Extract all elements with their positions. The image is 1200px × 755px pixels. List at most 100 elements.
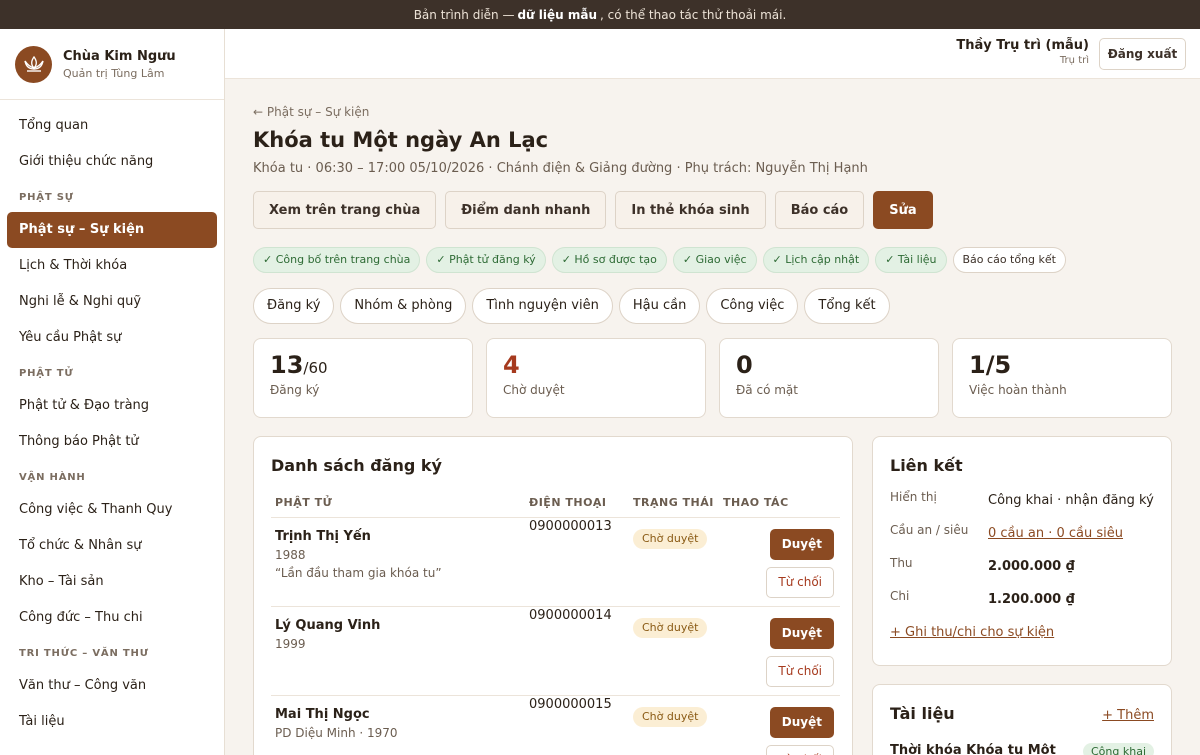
documents-panel: Tài liệu + Thêm Thời khóa Khóa tu Một Cô… bbox=[872, 684, 1172, 755]
stat-pending: 4 Chờ duyệt bbox=[486, 338, 706, 418]
demo-banner: Bản trình diễn — dữ liệu mẫu, có thể thao… bbox=[0, 0, 1200, 29]
sidebar-item-members[interactable]: Phật tử & Đạo tràng bbox=[7, 388, 217, 424]
workflow-checklist: ✓ Công bố trên trang chùa ✓ Phật tử đăng… bbox=[253, 247, 1066, 273]
sidebar-item-schedule[interactable]: Lịch & Thời khóa bbox=[7, 248, 217, 284]
sidebar-item-requests[interactable]: Yêu cầu Phật sự bbox=[7, 320, 217, 356]
member-detail: 1988 bbox=[275, 547, 306, 562]
checklist-tasks: ✓ Giao việc bbox=[672, 247, 757, 273]
member-phone: 0900000014 bbox=[525, 606, 629, 696]
checklist-published: ✓ Công bố trên trang chùa bbox=[253, 247, 421, 273]
stat-registered-value: 13 bbox=[270, 351, 304, 379]
stat-present: 0 Đã có mặt bbox=[719, 338, 939, 418]
print-cards-button[interactable]: In thẻ khóa sinh bbox=[615, 191, 766, 229]
expense-value: 1.200.000 ₫ bbox=[988, 592, 1075, 607]
stat-present-label: Đã có mặt bbox=[736, 383, 798, 397]
reject-button[interactable]: Từ chối bbox=[766, 566, 834, 598]
prayer-row: Cầu an / siêu 0 cầu an · 0 cầu siêu bbox=[890, 522, 1154, 545]
stat-tasks-done-label: Việc hoàn thành bbox=[969, 383, 1067, 397]
member-detail: PD Diệu Minh · 1970 bbox=[275, 725, 398, 740]
sidebar-item-inventory[interactable]: Kho – Tài sản bbox=[7, 564, 217, 600]
expense-label: Chi bbox=[890, 589, 910, 603]
event-meta: Khóa tu · 06:30 – 17:00 05/10/2026 · Chá… bbox=[253, 161, 868, 176]
tab-summary[interactable]: Tổng kết bbox=[804, 288, 890, 324]
brand[interactable]: Chùa Kim Ngưu Quản trị Tùng Lâm bbox=[0, 29, 224, 100]
add-document-link[interactable]: + Thêm bbox=[1102, 708, 1154, 723]
table-row: Mai Thị Ngọc PD Diệu Minh · 1970 0900000… bbox=[271, 695, 840, 755]
table-row: Trịnh Thị Yến 1988 “Lần đầu tham gia khó… bbox=[271, 517, 840, 607]
back-link[interactable]: ← Phật sự – Sự kiện bbox=[253, 105, 369, 119]
member-phone: 0900000013 bbox=[525, 517, 629, 607]
member-name[interactable]: Mai Thị Ngọc bbox=[275, 707, 525, 722]
user-info[interactable]: Thầy Trụ trì (mẫu) Trụ trì bbox=[956, 38, 1089, 66]
sidebar-item-overview[interactable]: Tổng quan bbox=[7, 108, 217, 144]
tab-tasks[interactable]: Công việc bbox=[706, 288, 799, 324]
member-detail: 1999 bbox=[275, 636, 306, 651]
sidebar-item-rituals[interactable]: Nghi lễ & Nghi quỹ bbox=[7, 284, 217, 320]
tab-logistics[interactable]: Hậu cần bbox=[618, 288, 701, 324]
income-label: Thu bbox=[890, 556, 913, 570]
tab-registrations[interactable]: Đăng ký bbox=[253, 288, 335, 324]
tab-volunteers[interactable]: Tình nguyện viên bbox=[472, 288, 613, 324]
sidebar-nav: Tổng quan Giới thiệu chức năng PHẬT SỰ P… bbox=[0, 100, 224, 740]
edit-button[interactable]: Sửa bbox=[873, 191, 933, 229]
status-badge: Chờ duyệt bbox=[633, 528, 708, 549]
sidebar-section-van-hanh: VẬN HÀNH bbox=[19, 472, 86, 483]
display-row: Hiển thị Công khai · nhận đăng ký bbox=[890, 489, 1154, 512]
sidebar-item-library[interactable]: Tài liệu bbox=[7, 704, 217, 740]
sidebar-item-events[interactable]: Phật sự – Sự kiện bbox=[7, 212, 217, 248]
stat-tasks-done: 1/5 Việc hoàn thành bbox=[952, 338, 1172, 418]
stat-pending-label: Chờ duyệt bbox=[503, 383, 565, 397]
approve-button[interactable]: Duyệt bbox=[769, 617, 834, 649]
sidebar-item-features[interactable]: Giới thiệu chức năng bbox=[7, 144, 217, 180]
member-name[interactable]: Trịnh Thị Yến bbox=[275, 529, 525, 544]
links-title: Liên kết bbox=[890, 456, 963, 475]
stat-present-value: 0 bbox=[736, 351, 753, 379]
report-button[interactable]: Báo cáo bbox=[774, 191, 865, 229]
registration-panel: Danh sách đăng ký PHẬT TỬ ĐIỆN THOẠI TRẠ… bbox=[253, 436, 853, 755]
reject-button[interactable]: Từ chối bbox=[766, 744, 834, 755]
tab-groups-rooms[interactable]: Nhóm & phòng bbox=[340, 288, 467, 324]
action-bar: Xem trên trang chùa Điểm danh nhanh In t… bbox=[253, 191, 933, 229]
document-name: Thời khóa Khóa tu Một bbox=[890, 743, 1056, 755]
prayer-label: Cầu an / siêu bbox=[890, 523, 969, 537]
prayer-link[interactable]: 0 cầu an · 0 cầu siêu bbox=[988, 522, 1123, 545]
col-actions: THAO TÁC bbox=[719, 489, 840, 518]
sidebar: Chùa Kim Ngưu Quản trị Tùng Lâm Tổng qua… bbox=[0, 29, 225, 755]
sidebar-item-finance[interactable]: Công đức – Thu chi bbox=[7, 600, 217, 636]
user-role: Trụ trì bbox=[1059, 55, 1089, 66]
add-transaction-link[interactable]: + Ghi thu/chi cho sự kiện bbox=[890, 625, 1154, 640]
col-phone: ĐIỆN THOẠI bbox=[525, 489, 629, 518]
registration-title: Danh sách đăng ký bbox=[271, 456, 442, 475]
registration-table: PHẬT TỬ ĐIỆN THOẠI TRẠNG THÁI THAO TÁC T… bbox=[271, 489, 840, 755]
sidebar-item-tasks[interactable]: Công việc & Thanh Quy bbox=[7, 492, 217, 528]
member-name[interactable]: Lý Quang Vinh bbox=[275, 618, 525, 633]
table-row: Lý Quang Vinh 1999 0900000014 Chờ duyệt … bbox=[271, 606, 840, 696]
sidebar-item-documents[interactable]: Văn thư – Công văn bbox=[7, 668, 217, 704]
view-on-site-button[interactable]: Xem trên trang chùa bbox=[253, 191, 437, 229]
approve-button[interactable]: Duyệt bbox=[769, 528, 834, 560]
checklist-final-report[interactable]: Báo cáo tổng kết bbox=[952, 247, 1066, 273]
checklist-documents: ✓ Tài liệu bbox=[875, 247, 947, 273]
sidebar-item-organization[interactable]: Tổ chức & Nhân sự bbox=[7, 528, 217, 564]
list-item[interactable]: Thời khóa Khóa tu Một Công khai bbox=[890, 743, 1154, 755]
approve-button[interactable]: Duyệt bbox=[769, 706, 834, 738]
sidebar-section-phat-tu: PHẬT TỬ bbox=[19, 368, 74, 379]
page-title: Khóa tu Một ngày An Lạc bbox=[253, 128, 549, 152]
display-label: Hiển thị bbox=[890, 490, 937, 504]
quick-checkin-button[interactable]: Điểm danh nhanh bbox=[445, 191, 607, 229]
stat-registered: 13/60 Đăng ký bbox=[253, 338, 473, 418]
sidebar-section-tri-thuc: TRI THỨC – VĂN THƯ bbox=[19, 648, 149, 659]
stat-registered-label: Đăng ký bbox=[270, 383, 320, 397]
sidebar-item-notifications[interactable]: Thông báo Phật tử bbox=[7, 424, 217, 460]
expense-row: Chi 1.200.000 ₫ bbox=[890, 588, 1154, 611]
lotus-logo-icon bbox=[15, 45, 52, 83]
income-row: Thu 2.000.000 ₫ bbox=[890, 555, 1154, 578]
stat-cards: 13/60 Đăng ký 4 Chờ duyệt 0 Đã có mặt 1/… bbox=[253, 338, 1172, 418]
reject-button[interactable]: Từ chối bbox=[766, 655, 834, 687]
member-note: “Lần đầu tham gia khóa tu” bbox=[275, 565, 442, 580]
logout-button[interactable]: Đăng xuất bbox=[1099, 38, 1186, 70]
brand-subtitle: Quản trị Tùng Lâm bbox=[63, 66, 165, 80]
checklist-registration: ✓ Phật tử đăng ký bbox=[426, 247, 546, 273]
col-member: PHẬT TỬ bbox=[271, 489, 525, 518]
checklist-profiles: ✓ Hồ sơ được tạo bbox=[551, 247, 667, 273]
